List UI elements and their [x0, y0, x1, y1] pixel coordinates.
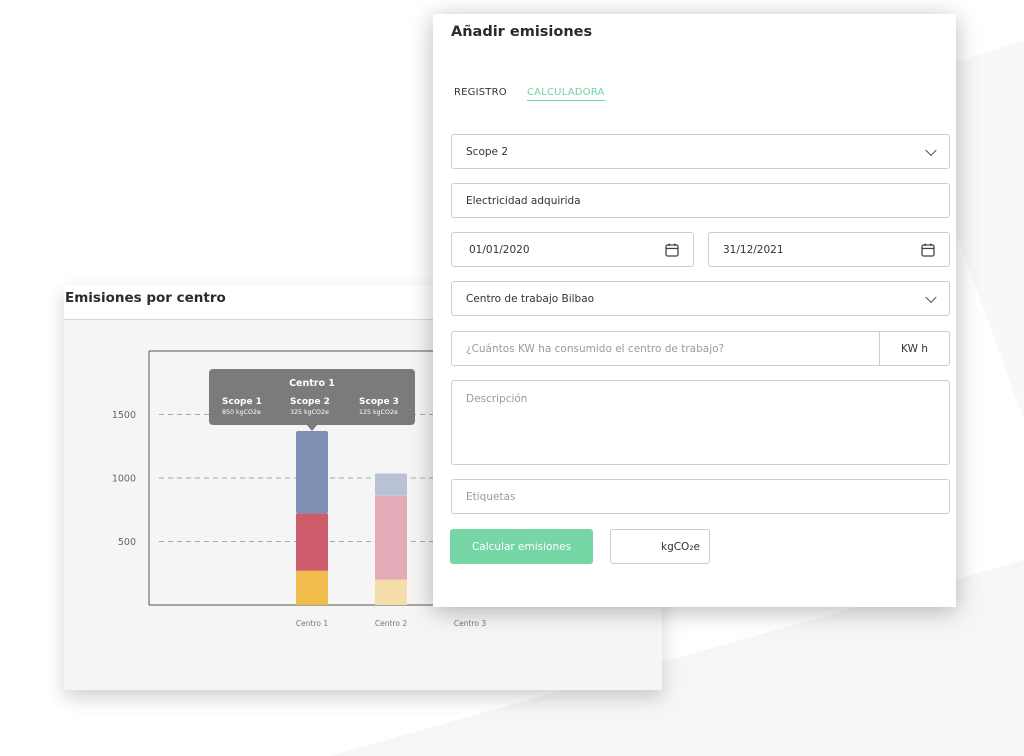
chevron-down-icon: [925, 291, 937, 303]
x-tick-label: Centro 1: [296, 619, 328, 628]
bar-segment: [375, 495, 407, 580]
calendar-icon[interactable]: [665, 243, 679, 257]
panel-title: Añadir emisiones: [451, 24, 593, 40]
bar-segment: [375, 473, 407, 496]
x-tick-label: Centro 2: [375, 619, 407, 628]
y-tick-label: 1000: [112, 474, 136, 485]
scope-select[interactable]: Scope 2: [451, 134, 950, 169]
work-center-select[interactable]: Centro de trabajo Bilbao: [451, 281, 950, 316]
description-placeholder: Descripción: [466, 393, 528, 405]
chevron-down-icon: [925, 144, 937, 156]
bar-segment: [296, 431, 328, 514]
x-tick-label: Centro 3: [454, 619, 486, 628]
result-unit: kgCO₂e: [660, 540, 700, 553]
category-field[interactable]: Electricidad adquirida: [451, 183, 950, 218]
consumption-field-placeholder: ¿Cuántos KW ha consumido el centro de tr…: [466, 342, 725, 355]
y-tick-label: 500: [118, 537, 136, 548]
bar-segment: [375, 579, 407, 605]
result-field[interactable]: kgCO₂e: [610, 529, 710, 564]
scope-select-value: Scope 2: [466, 145, 509, 158]
tags-field[interactable]: Etiquetas: [451, 479, 950, 514]
bar-segment: [296, 513, 328, 571]
add-emissions-panel: Añadir emisiones REGISTRO CALCULADORA Sc…: [433, 14, 956, 607]
tooltip-title: Centro 1: [289, 378, 335, 389]
start-date-value: 01/01/2020: [469, 243, 530, 256]
tooltip-item-value: 325 kgCO2e: [290, 409, 329, 416]
work-center-select-value: Centro de trabajo Bilbao: [466, 292, 595, 305]
end-date-value: 31/12/2021: [723, 243, 784, 256]
tooltip-item-label: Scope 1: [222, 397, 262, 407]
tab-calculadora[interactable]: CALCULADORA: [527, 87, 605, 101]
bar-segment: [296, 570, 328, 605]
consumption-field[interactable]: ¿Cuántos KW ha consumido el centro de tr…: [451, 331, 950, 366]
start-date-field[interactable]: 01/01/2020: [451, 232, 694, 267]
tags-placeholder: Etiquetas: [466, 490, 516, 503]
category-field-value: Electricidad adquirida: [466, 194, 581, 207]
consumption-unit-label: KW h: [901, 342, 928, 355]
description-field[interactable]: Descripción: [451, 380, 950, 465]
end-date-field[interactable]: 31/12/2021: [708, 232, 950, 267]
tooltip-item-value: 125 kgCO2e: [359, 409, 398, 416]
tooltip-item-label: Scope 2: [290, 397, 330, 407]
y-tick-label: 1500: [112, 410, 136, 421]
consumption-unit: KW h: [879, 332, 949, 365]
tab-registro[interactable]: REGISTRO: [454, 87, 507, 98]
tooltip-item-label: Scope 3: [359, 397, 399, 407]
tooltip-item-value: 850 kgCO2e: [222, 409, 261, 416]
calculate-emissions-button[interactable]: Calcular emisiones: [450, 529, 593, 564]
calendar-icon[interactable]: [921, 243, 935, 257]
